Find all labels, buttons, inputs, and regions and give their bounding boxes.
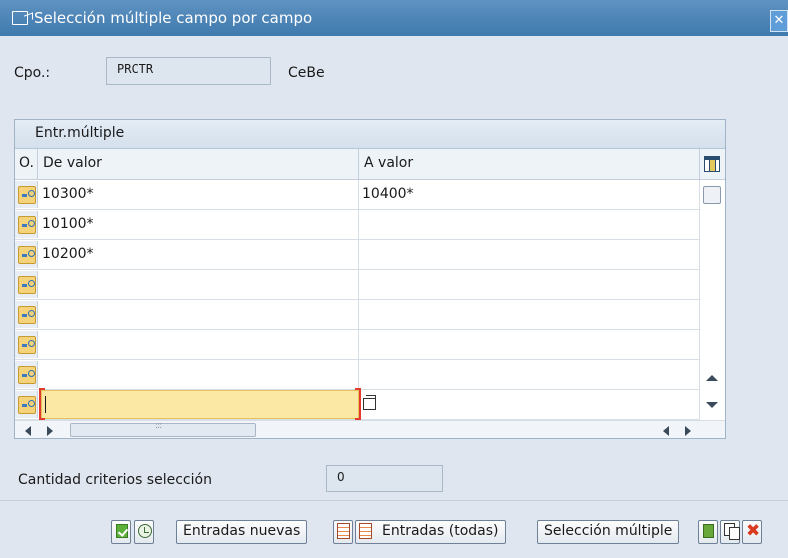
column-divider [358, 270, 359, 300]
from-value-cell[interactable]: 10300* [42, 186, 94, 202]
select-option-icon[interactable] [18, 336, 36, 354]
table-row [15, 270, 699, 300]
focus-bracket-right [355, 388, 361, 420]
cancel-button[interactable]: ✖ [742, 520, 762, 544]
select-option-icon[interactable] [18, 216, 36, 234]
from-value-cell[interactable]: 10200* [42, 246, 94, 262]
copy-button[interactable] [720, 520, 740, 544]
column-settings-icon[interactable] [704, 156, 720, 172]
footer-divider [0, 500, 788, 501]
multiple-entry-table: Entr.múltiple O. De valor A valor 10300*… [14, 119, 726, 439]
confirm-button[interactable] [111, 520, 131, 544]
row-selector[interactable] [15, 331, 38, 358]
all-entries-button[interactable]: Entradas (todas) [355, 520, 506, 544]
window-icon [12, 11, 28, 25]
table-row: 10300* 10400* [15, 180, 699, 210]
scroll-up-icon[interactable] [706, 375, 718, 381]
select-option-icon[interactable] [18, 186, 36, 204]
field-description: CeBe [288, 65, 325, 81]
table-title: Entr.múltiple [15, 120, 725, 149]
table-rows: 10300* 10400* 10100* 10200* [15, 180, 699, 420]
scroll-left-icon[interactable] [663, 426, 669, 436]
multiple-selection-button[interactable]: Selección múltiple [537, 520, 680, 544]
from-value-input-active[interactable] [41, 390, 359, 419]
column-header-from[interactable]: De valor [43, 155, 102, 171]
text-caret [45, 396, 46, 413]
new-entries-button[interactable]: Entradas nuevas [176, 520, 308, 544]
column-header-to[interactable]: A valor [364, 155, 413, 171]
field-label: Cpo.: [14, 65, 51, 81]
column-divider [358, 210, 359, 240]
field-name-input: PRCTR [106, 57, 271, 85]
to-value-cell[interactable]: 10400* [362, 186, 414, 202]
row-selector[interactable] [15, 271, 38, 298]
header-divider [358, 149, 359, 180]
from-value-cell[interactable]: 10100* [42, 216, 94, 232]
column-divider [358, 240, 359, 270]
clock-icon [138, 524, 152, 538]
select-option-icon[interactable] [18, 366, 36, 384]
row-selector[interactable] [15, 211, 38, 238]
table-row [15, 330, 699, 360]
row-selector[interactable] [15, 181, 38, 208]
criteria-count-label: Cantidad criterios selección [18, 472, 212, 488]
header-divider [699, 149, 700, 180]
select-option-icon[interactable] [18, 306, 36, 324]
select-option-icon[interactable] [18, 396, 36, 414]
select-option-icon[interactable] [18, 276, 36, 294]
execute-button[interactable] [134, 520, 154, 544]
table-row [15, 360, 699, 390]
column-header-option[interactable]: O. [19, 155, 34, 171]
all-entries-label: Entradas (todas) [382, 523, 499, 539]
row-selector[interactable] [15, 391, 38, 418]
delete-row-icon [337, 523, 350, 539]
delete-entries-button[interactable] [333, 520, 353, 544]
table-row: 10100* [15, 210, 699, 240]
table-row: 10200* [15, 240, 699, 270]
vertical-scrollbar[interactable] [699, 180, 725, 420]
check-icon [116, 524, 128, 538]
column-divider [358, 360, 359, 390]
header-divider [37, 149, 38, 180]
criteria-count-field: 0 [326, 465, 443, 492]
table-row [15, 300, 699, 330]
horizontal-scroll-thumb[interactable] [70, 421, 256, 437]
scroll-left-icon[interactable] [25, 426, 31, 436]
close-icon[interactable]: ✕ [770, 10, 788, 32]
column-divider [358, 300, 359, 330]
window-titlebar: Selección múltiple campo por campo ✕ [0, 0, 788, 36]
vertical-scroll-thumb[interactable] [703, 186, 721, 204]
column-divider [358, 180, 359, 210]
row-selector[interactable] [15, 301, 38, 328]
table-header: O. De valor A valor [15, 149, 725, 180]
row-selector[interactable] [15, 361, 38, 388]
horizontal-scrollbar[interactable] [15, 420, 725, 438]
row-selector[interactable] [15, 241, 38, 268]
copy-icon [724, 523, 740, 540]
table-row-active [15, 388, 699, 420]
scroll-right-icon[interactable] [685, 426, 691, 436]
cancel-x-icon: ✖ [746, 521, 761, 541]
column-divider [358, 330, 359, 360]
import-icon [703, 524, 714, 538]
select-option-icon[interactable] [18, 246, 36, 264]
import-button[interactable] [698, 520, 718, 544]
delete-all-icon [359, 523, 372, 539]
scroll-right-icon[interactable] [47, 426, 53, 436]
scroll-down-icon[interactable] [706, 402, 718, 408]
value-help-icon[interactable] [363, 395, 376, 410]
window-title: Selección múltiple campo por campo [34, 9, 313, 27]
